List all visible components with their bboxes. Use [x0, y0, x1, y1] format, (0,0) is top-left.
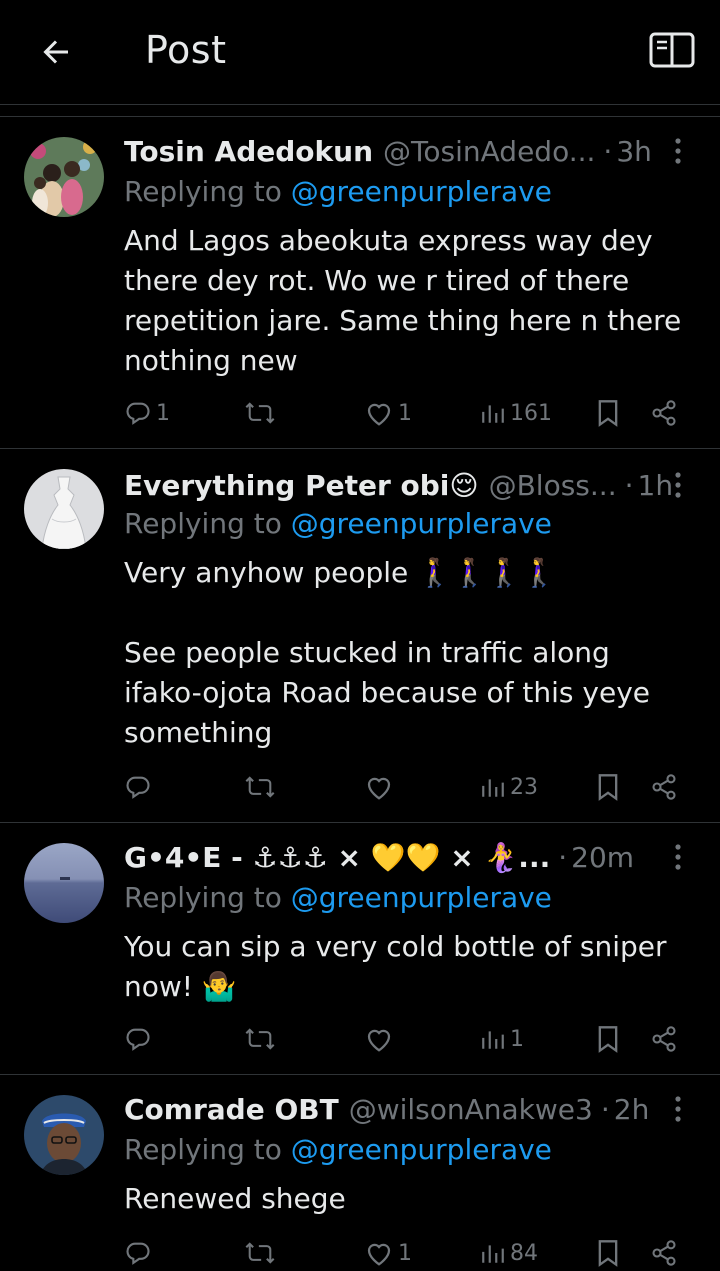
- share-button[interactable]: [650, 1235, 678, 1271]
- display-name[interactable]: Comrade OBT: [124, 1093, 339, 1126]
- more-options-icon[interactable]: [666, 133, 690, 169]
- share-button[interactable]: [650, 769, 678, 805]
- tweet-text: And Lagos abeokuta express way dey there…: [124, 224, 682, 377]
- views-button[interactable]: 84: [480, 1235, 538, 1271]
- timestamp[interactable]: 20m: [571, 841, 634, 874]
- mention-link[interactable]: @greenpurplerave: [291, 507, 552, 540]
- reply-button[interactable]: [124, 1021, 156, 1057]
- mention-link[interactable]: @greenpurplerave: [291, 1133, 552, 1166]
- share-button[interactable]: [650, 1021, 678, 1057]
- reply-button[interactable]: [124, 769, 156, 805]
- views-button[interactable]: 1: [480, 1021, 524, 1057]
- reply-tweet[interactable]: Tosin Adedokun @TosinAdedo... · 3h Reply…: [0, 116, 720, 448]
- replying-to-line: Replying to @greenpurplerave: [124, 175, 552, 208]
- separator-dot: ·: [603, 134, 613, 168]
- bookmark-button[interactable]: [596, 769, 620, 805]
- avatar[interactable]: [24, 469, 104, 549]
- separator-dot: ·: [600, 1092, 610, 1126]
- action-bar: 1 84: [124, 1235, 694, 1271]
- mention-link[interactable]: @greenpurplerave: [291, 175, 552, 208]
- tweet-meta: Tosin Adedokun @TosinAdedo... · 3h: [124, 133, 696, 169]
- replying-to-line: Replying to @greenpurplerave: [124, 507, 552, 540]
- view-count: 161: [510, 400, 552, 426]
- like-button[interactable]: 1: [364, 395, 412, 431]
- replying-label: Replying to: [124, 175, 282, 208]
- more-options-icon[interactable]: [666, 467, 690, 503]
- display-name[interactable]: Tosin Adedokun: [124, 135, 373, 168]
- bookmark-button[interactable]: [596, 1021, 620, 1057]
- view-count: 23: [510, 774, 538, 800]
- timestamp[interactable]: 2h: [614, 1093, 650, 1126]
- user-handle[interactable]: @TosinAdedo...: [383, 135, 595, 168]
- views-button[interactable]: 161: [480, 395, 552, 431]
- view-count: 84: [510, 1240, 538, 1266]
- tweet-text: Very anyhow people 🚶‍♀️🚶‍♀️🚶‍♀️🚶‍♀️ See …: [124, 556, 651, 749]
- action-bar: 23: [124, 769, 694, 805]
- replying-label: Replying to: [124, 1133, 282, 1166]
- display-name[interactable]: G•4•E - ⚓⚓⚓ × 💛💛 × 🧜‍♀️...: [124, 841, 550, 874]
- reply-button[interactable]: 1: [124, 395, 170, 431]
- tweet-text: Renewed shege: [124, 1182, 346, 1215]
- reply-tweet[interactable]: Comrade OBT @wilsonAnakwe3 · 2h Replying…: [0, 1074, 720, 1268]
- replying-label: Replying to: [124, 881, 282, 914]
- more-options-icon[interactable]: [666, 1091, 690, 1127]
- avatar[interactable]: [24, 1095, 104, 1175]
- repost-button[interactable]: [244, 1021, 280, 1057]
- replying-to-line: Replying to @greenpurplerave: [124, 881, 552, 914]
- action-bar: 1 1 161: [124, 395, 694, 431]
- views-button[interactable]: 23: [480, 769, 538, 805]
- like-button[interactable]: [364, 769, 398, 805]
- page-title: Post: [145, 28, 227, 72]
- mention-link[interactable]: @greenpurplerave: [291, 881, 552, 914]
- reply-count: 1: [156, 400, 170, 426]
- repost-button[interactable]: [244, 1235, 280, 1271]
- reply-button[interactable]: [124, 1235, 156, 1271]
- user-handle[interactable]: @wilsonAnakwe3: [349, 1093, 593, 1126]
- avatar[interactable]: [24, 843, 104, 923]
- back-arrow-icon[interactable]: [36, 32, 76, 72]
- share-button[interactable]: [650, 395, 678, 431]
- reply-tweet[interactable]: G•4•E - ⚓⚓⚓ × 💛💛 × 🧜‍♀️... · 20m Replyin…: [0, 822, 720, 1074]
- avatar[interactable]: [24, 137, 104, 217]
- repost-button[interactable]: [244, 769, 280, 805]
- top-app-bar: Post: [0, 0, 720, 104]
- timestamp[interactable]: 3h: [616, 135, 652, 168]
- reader-mode-icon[interactable]: [648, 30, 696, 70]
- tweet-meta: Comrade OBT @wilsonAnakwe3 · 2h: [124, 1091, 696, 1127]
- replying-label: Replying to: [124, 507, 282, 540]
- tweet-text: You can sip a very cold bottle of sniper…: [124, 930, 667, 1003]
- tweet-meta: G•4•E - ⚓⚓⚓ × 💛💛 × 🧜‍♀️... · 20m: [124, 839, 696, 875]
- header-divider: [0, 104, 720, 105]
- like-count: 1: [398, 1240, 412, 1266]
- user-handle[interactable]: @Bloss...: [489, 469, 617, 502]
- view-count: 1: [510, 1026, 524, 1052]
- bookmark-button[interactable]: [596, 395, 620, 431]
- display-name[interactable]: Everything Peter obi😌: [124, 469, 479, 502]
- like-button[interactable]: 1: [364, 1235, 412, 1271]
- separator-dot: ·: [558, 840, 568, 874]
- action-bar: 1: [124, 1021, 694, 1057]
- bookmark-button[interactable]: [596, 1235, 620, 1271]
- replying-to-line: Replying to @greenpurplerave: [124, 1133, 552, 1166]
- repost-button[interactable]: [244, 395, 280, 431]
- like-count: 1: [398, 400, 412, 426]
- separator-dot: ·: [624, 468, 634, 502]
- reply-tweet[interactable]: Everything Peter obi😌 @Bloss... · 1h Rep…: [0, 448, 720, 822]
- like-button[interactable]: [364, 1021, 398, 1057]
- tweet-meta: Everything Peter obi😌 @Bloss... · 1h: [124, 467, 696, 503]
- more-options-icon[interactable]: [666, 839, 690, 875]
